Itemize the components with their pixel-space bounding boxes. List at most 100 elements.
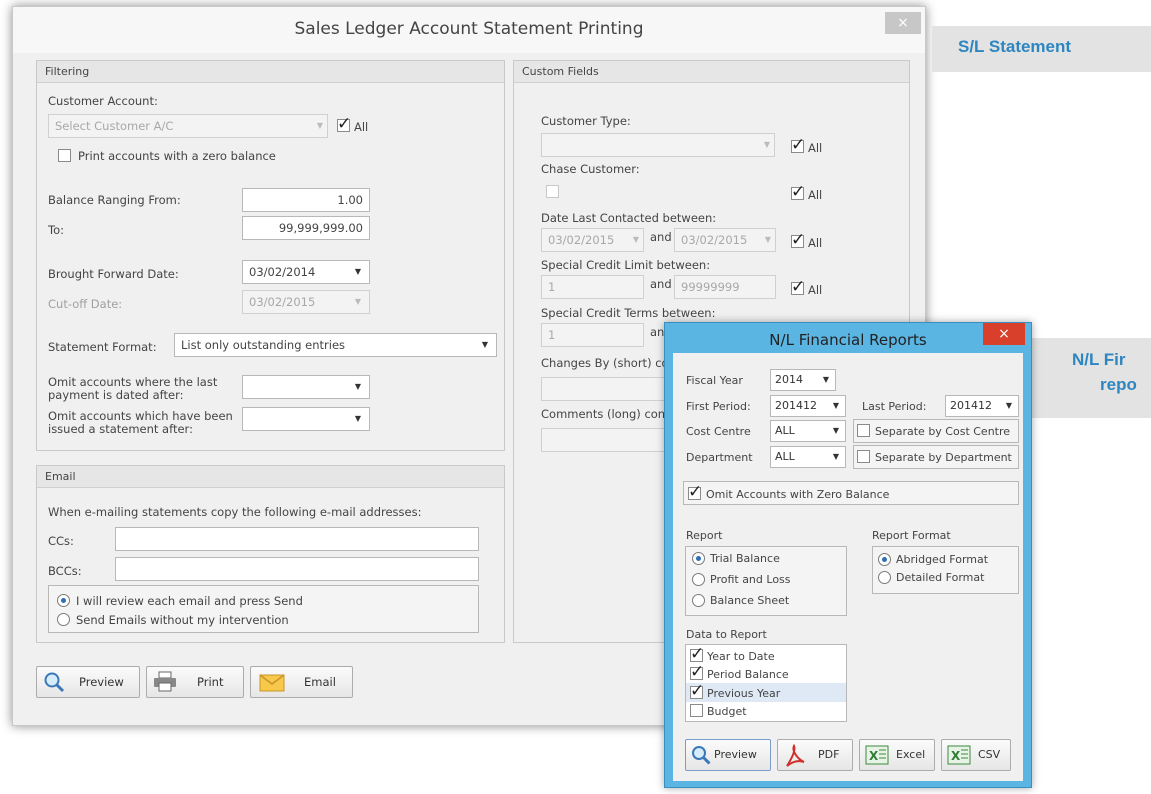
year-to-date-label: Year to Date bbox=[707, 650, 775, 663]
cutoff-date[interactable]: 03/02/2015 ▼ bbox=[242, 290, 370, 314]
department-select[interactable]: ALL ▼ bbox=[770, 446, 846, 468]
chevron-down-icon: ▼ bbox=[632, 235, 639, 244]
cost-centre-value: ALL bbox=[775, 424, 795, 437]
review-email-label: I will review each email and press Send bbox=[76, 594, 303, 608]
nl-preview-button[interactable]: Preview bbox=[685, 739, 771, 771]
balance-from-label: Balance Ranging From: bbox=[48, 193, 181, 207]
date-to-input[interactable]: 03/02/2015 ▼ bbox=[674, 228, 776, 252]
last-period-value: 201412 bbox=[950, 399, 992, 412]
ccs-input[interactable] bbox=[115, 527, 479, 551]
abridged-format-label: Abridged Format bbox=[896, 553, 989, 566]
date-from-value: 03/02/2015 bbox=[548, 233, 615, 247]
customer-type-all-label: All bbox=[808, 141, 823, 155]
separate-cost-centre-checkbox[interactable] bbox=[857, 424, 870, 437]
check-icon: ✓ bbox=[688, 482, 703, 502]
customer-type-select[interactable]: ▼ bbox=[541, 133, 775, 157]
profit-loss-radio[interactable] bbox=[692, 573, 705, 586]
preview-label: Preview bbox=[79, 675, 124, 689]
credit-terms-from-input[interactable]: 1 bbox=[541, 323, 644, 347]
title-bar: Sales Ledger Account Statement Printing … bbox=[13, 7, 925, 53]
credit-limit-from-input[interactable]: 1 bbox=[541, 275, 644, 299]
omit-payment-label-1: Omit accounts where the last bbox=[48, 375, 218, 389]
data-to-report-group: ✓ Year to Date ✓ Period Balance ✓ Previo… bbox=[685, 644, 847, 722]
fiscal-year-value: 2014 bbox=[775, 373, 803, 386]
credit-limit-to-input[interactable]: 99999999 bbox=[674, 275, 776, 299]
balance-sheet-label: Balance Sheet bbox=[710, 594, 790, 607]
csv-button[interactable]: X CSV bbox=[941, 739, 1011, 771]
omit-payment-date[interactable]: ▼ bbox=[242, 375, 370, 399]
credit-limit-all-label: All bbox=[808, 283, 823, 297]
balance-to-input[interactable]: 99,999,999.00 bbox=[242, 216, 370, 240]
data-to-report-header: Data to Report bbox=[686, 628, 767, 641]
date-last-contacted-label: Date Last Contacted between: bbox=[541, 211, 717, 225]
abridged-format-radio[interactable] bbox=[878, 553, 891, 566]
statement-format-select[interactable]: List only outstanding entries ▼ bbox=[174, 333, 497, 357]
chevron-down-icon: ▼ bbox=[832, 452, 839, 461]
nl-financial-label: N/L Fir repo bbox=[1032, 338, 1151, 418]
department-label: Department bbox=[686, 451, 753, 464]
date-from-input[interactable]: 03/02/2015 ▼ bbox=[541, 228, 644, 252]
chevron-down-icon: ▼ bbox=[822, 375, 829, 384]
bccs-label: BCCs: bbox=[48, 564, 82, 578]
customer-account-label: Customer Account: bbox=[48, 94, 158, 108]
sl-statement-label: S/L Statement bbox=[932, 26, 1151, 72]
excel-icon: X bbox=[865, 745, 889, 765]
check-icon: ✓ bbox=[791, 182, 806, 202]
check-icon: ✓ bbox=[690, 681, 705, 701]
cost-centre-select[interactable]: ALL ▼ bbox=[770, 420, 846, 442]
nl-window-title: N/L Financial Reports bbox=[769, 331, 927, 349]
budget-checkbox[interactable] bbox=[690, 704, 703, 717]
excel-button[interactable]: X Excel bbox=[859, 739, 935, 771]
email-button[interactable]: Email bbox=[250, 666, 353, 698]
check-icon: ✓ bbox=[791, 230, 806, 250]
preview-button[interactable]: Preview bbox=[36, 666, 140, 698]
special-credit-terms-label: Special Credit Terms between: bbox=[541, 306, 716, 320]
sl-statement-text: S/L Statement bbox=[958, 37, 1072, 56]
previous-year-label: Previous Year bbox=[707, 687, 781, 700]
brought-forward-label: Brought Forward Date: bbox=[48, 267, 179, 281]
send-email-radio[interactable] bbox=[57, 613, 70, 626]
brought-forward-date[interactable]: 03/02/2014 ▼ bbox=[242, 260, 370, 284]
trial-balance-radio[interactable] bbox=[692, 552, 705, 565]
separate-department-checkbox[interactable] bbox=[857, 450, 870, 463]
email-header: Email bbox=[37, 466, 504, 488]
custom-fields-header: Custom Fields bbox=[514, 61, 909, 83]
special-credit-limit-label: Special Credit Limit between: bbox=[541, 258, 711, 272]
email-copy-text: When e-mailing statements copy the follo… bbox=[48, 505, 422, 519]
svg-text:X: X bbox=[951, 749, 961, 763]
all-customers-label: All bbox=[354, 120, 369, 134]
pdf-button[interactable]: PDF bbox=[777, 739, 853, 771]
comments-input[interactable] bbox=[541, 428, 681, 452]
balance-sheet-radio[interactable] bbox=[692, 594, 705, 607]
chevron-down-icon: ▼ bbox=[354, 267, 361, 276]
filtering-header: Filtering bbox=[37, 61, 504, 83]
changes-by-input[interactable] bbox=[541, 377, 681, 401]
detailed-format-radio[interactable] bbox=[878, 571, 891, 584]
chevron-down-icon: ▼ bbox=[832, 426, 839, 435]
comments-label: Comments (long) cont bbox=[541, 407, 670, 421]
close-button[interactable]: × bbox=[885, 12, 921, 34]
cutoff-value: 03/02/2015 bbox=[249, 295, 316, 309]
chase-customer-checkbox[interactable] bbox=[546, 185, 559, 198]
nl-close-button[interactable]: × bbox=[983, 323, 1025, 345]
last-period-select[interactable]: 201412 ▼ bbox=[945, 395, 1019, 417]
fiscal-year-select[interactable]: 2014 ▼ bbox=[770, 369, 836, 391]
csv-icon: X bbox=[947, 745, 971, 765]
print-button[interactable]: Print bbox=[146, 666, 244, 698]
email-send-options: I will review each email and press Send … bbox=[48, 585, 479, 633]
and-label: and bbox=[650, 277, 672, 291]
chevron-down-icon: ▼ bbox=[832, 401, 839, 410]
report-format-header: Report Format bbox=[872, 529, 951, 542]
omit-statement-date[interactable]: ▼ bbox=[242, 407, 370, 431]
balance-from-input[interactable]: 1.00 bbox=[242, 188, 370, 212]
period-balance-label: Period Balance bbox=[707, 668, 789, 681]
bccs-input[interactable] bbox=[115, 557, 479, 581]
first-period-select[interactable]: 201412 ▼ bbox=[770, 395, 846, 417]
nl-preview-label: Preview bbox=[714, 748, 757, 761]
review-email-radio[interactable] bbox=[57, 594, 70, 607]
zero-balance-checkbox[interactable] bbox=[58, 149, 71, 162]
omit-zero-label: Omit Accounts with Zero Balance bbox=[706, 488, 890, 501]
customer-account-select[interactable]: Select Customer A/C ▼ bbox=[48, 114, 328, 138]
to-label: To: bbox=[48, 223, 64, 237]
date-all-label: All bbox=[808, 236, 823, 250]
